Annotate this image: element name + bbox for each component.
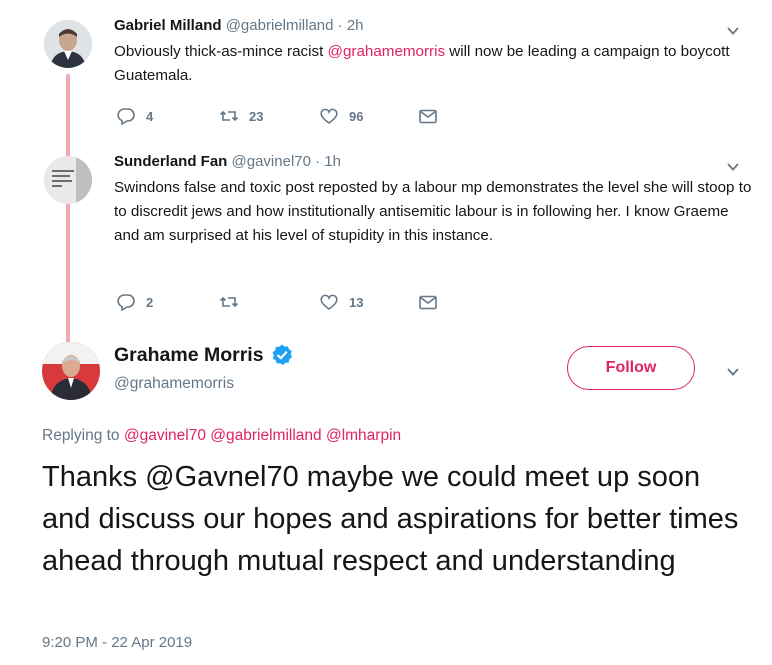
like-button[interactable]: 96 [319, 106, 363, 126]
retweet-button[interactable]: 23 [219, 106, 263, 126]
retweet-button[interactable] [219, 292, 249, 312]
heart-icon [320, 108, 338, 124]
reply-icon [117, 294, 135, 312]
tweet-text: Swindons false and toxic post reposted b… [114, 179, 752, 244]
mention-link[interactable]: @gabrielmilland [210, 427, 321, 444]
text-segment: Obviously thick-as-mince racist [114, 43, 328, 60]
retweet-count: 23 [249, 108, 264, 124]
tweet-time[interactable]: · 1h [315, 153, 341, 170]
reply-count: 2 [146, 294, 154, 310]
author-handle[interactable]: @gavinel70 [232, 153, 311, 170]
reply-count: 4 [146, 108, 154, 124]
author-handle[interactable]: @gabrielmilland [226, 17, 334, 34]
person-avatar-icon [44, 20, 92, 68]
tweet-time[interactable]: · 2h [338, 17, 364, 34]
tweet-text: Obviously thick-as-mince racist @grahame… [114, 40, 754, 88]
quote-avatar-icon [44, 156, 92, 204]
reply-icon [117, 108, 135, 126]
chevron-down-icon[interactable] [726, 365, 740, 379]
avatar[interactable] [44, 156, 92, 204]
replying-prefix: Replying to [42, 427, 120, 444]
author-name[interactable]: Sunderland Fan [114, 153, 227, 170]
like-button[interactable]: 13 [319, 292, 363, 312]
chevron-down-icon[interactable] [726, 24, 740, 38]
like-count: 13 [349, 294, 364, 310]
reply-button[interactable]: 4 [116, 106, 153, 126]
mention-link[interactable]: @gavinel70 [124, 427, 206, 444]
like-count: 96 [349, 108, 364, 124]
main-tweet-text: Thanks @Gavnel70 maybe we could meet up … [42, 461, 739, 577]
mail-icon [419, 109, 437, 124]
replying-to: Replying to @gavinel70 @gabrielmilland @… [42, 427, 401, 445]
author-name[interactable]: Gabriel Milland [114, 17, 222, 34]
heart-icon [320, 294, 338, 310]
follow-button[interactable]: Follow [567, 346, 695, 390]
chevron-down-icon[interactable] [726, 160, 740, 174]
mention-link[interactable]: @lmharpin [326, 427, 401, 444]
message-button[interactable] [418, 292, 448, 312]
main-avatar[interactable] [42, 342, 100, 400]
avatar[interactable] [44, 20, 92, 68]
reply-tweet-2[interactable]: Sunderland Fan @gavinel70 · 1h Swindons … [0, 140, 772, 340]
verified-badge-icon [272, 344, 292, 365]
mail-icon [419, 295, 437, 310]
reply-button[interactable]: 2 [116, 292, 153, 312]
mention-link[interactable]: @grahamemorris [328, 43, 446, 60]
main-author-handle[interactable]: @grahamemorris [114, 375, 234, 393]
message-button[interactable] [418, 106, 448, 126]
retweet-icon [219, 110, 239, 122]
person-avatar-icon [42, 342, 100, 400]
retweet-icon [219, 296, 239, 308]
tweet-timestamp[interactable]: 9:20 PM - 22 Apr 2019 [42, 634, 192, 651]
reply-tweet-1[interactable]: Gabriel Milland @gabrielmilland · 2h Obv… [0, 0, 772, 140]
main-author-name[interactable]: Grahame Morris [114, 344, 264, 367]
